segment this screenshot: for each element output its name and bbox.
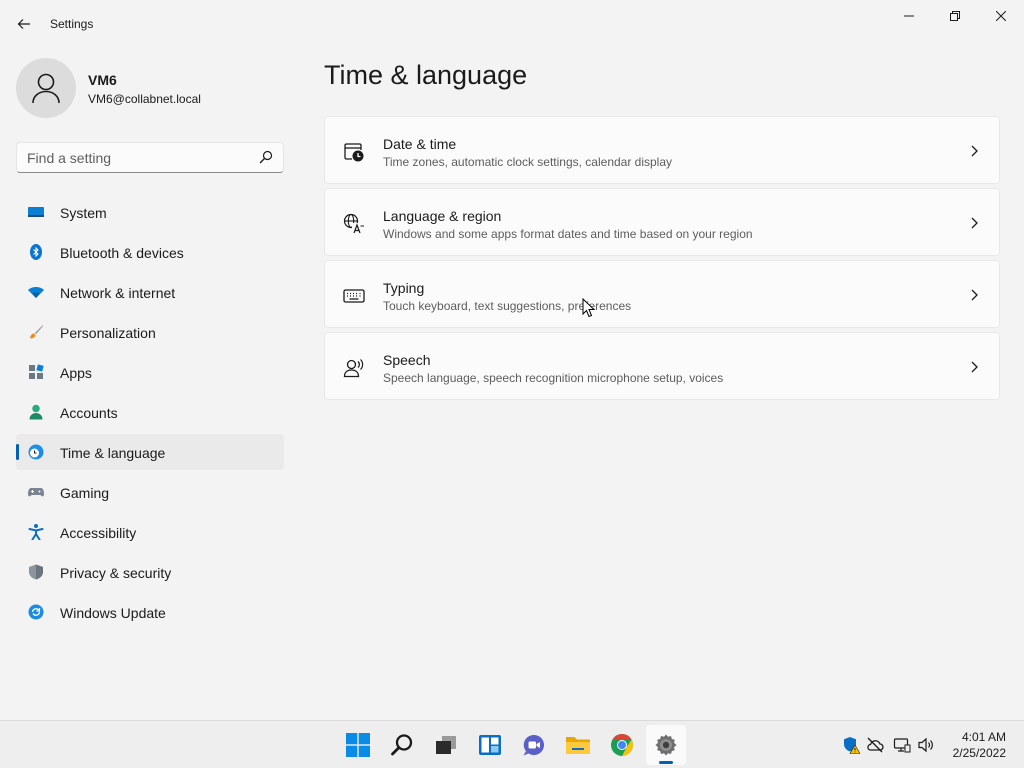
- chevron-right-icon: [971, 217, 978, 229]
- sidebar-nav: System Bluetooth & devices Network & int…: [16, 194, 284, 634]
- sidebar-item-apps[interactable]: Apps: [16, 354, 284, 390]
- taskbar-widgets-button[interactable]: [470, 725, 510, 765]
- chat-icon: [523, 734, 544, 756]
- bluetooth-icon: [30, 244, 42, 260]
- globe-clock-icon: [28, 444, 44, 460]
- search-box[interactable]: [16, 142, 284, 173]
- person-icon: [29, 404, 43, 420]
- tray-volume-button[interactable]: [916, 735, 936, 755]
- language-icon: [343, 213, 364, 234]
- settings-icon: [655, 734, 677, 756]
- card-typing[interactable]: Typing Touch keyboard, text suggestions,…: [324, 260, 1000, 328]
- card-subtitle: Time zones, automatic clock settings, ca…: [383, 155, 673, 169]
- mouse-cursor-icon: [582, 298, 596, 318]
- volume-icon: [918, 737, 933, 753]
- taskbar-settings-button[interactable]: [646, 725, 686, 765]
- network-icon: [893, 738, 911, 753]
- brush-icon: [29, 325, 43, 339]
- card-title: Speech: [383, 352, 431, 368]
- sidebar-item-system[interactable]: System: [16, 194, 284, 230]
- minimize-icon: [904, 15, 914, 17]
- clock-time: 4:01 AM: [961, 730, 1006, 744]
- sidebar-item-time-language[interactable]: Time & language: [16, 434, 284, 470]
- apps-icon: [29, 364, 44, 379]
- sidebar-item-accounts[interactable]: Accounts: [16, 394, 284, 430]
- title-bar: Settings: [0, 0, 1024, 48]
- clock-date: 2/25/2022: [952, 746, 1006, 760]
- card-language-region[interactable]: Language & region Windows and some apps …: [324, 188, 1000, 256]
- keyboard-icon: [343, 289, 365, 303]
- card-subtitle: Speech language, speech recognition micr…: [383, 371, 724, 385]
- calendar-clock-icon: [344, 143, 364, 162]
- profile-name: VM6: [88, 72, 117, 88]
- chevron-right-icon: [971, 145, 978, 157]
- taskbar-task-view-button[interactable]: [426, 725, 466, 765]
- shield-icon: [29, 564, 43, 580]
- sidebar-item-gaming[interactable]: Gaming: [16, 474, 284, 510]
- avatar: [16, 58, 76, 118]
- taskbar-start-button[interactable]: [338, 725, 378, 765]
- task-view-icon: [436, 736, 456, 754]
- card-title: Language & region: [383, 208, 502, 224]
- taskbar: 4:01 AM 2/25/2022: [0, 720, 1024, 768]
- taskbar-clock[interactable]: 4:01 AM 2/25/2022: [940, 729, 1006, 761]
- taskbar-chat-button[interactable]: [514, 725, 554, 765]
- sidebar-item-network[interactable]: Network & internet: [16, 274, 284, 310]
- file-explorer-icon: [566, 737, 590, 754]
- chevron-right-icon: [971, 289, 978, 301]
- restore-icon: [950, 11, 960, 21]
- update-icon: [28, 604, 44, 620]
- tray-defender-button[interactable]: [841, 735, 861, 755]
- card-subtitle: Windows and some apps format dates and t…: [383, 227, 753, 241]
- accessibility-icon: [28, 524, 44, 540]
- search-icon: [391, 734, 413, 756]
- sidebar-item-windows-update[interactable]: Windows Update: [16, 594, 284, 630]
- card-title: Typing: [383, 280, 425, 296]
- tray-network-button[interactable]: [892, 735, 912, 755]
- widgets-icon: [479, 735, 501, 755]
- card-speech[interactable]: Speech Speech language, speech recogniti…: [324, 332, 1000, 400]
- card-title: Date & time: [383, 136, 457, 152]
- sidebar-item-personalization[interactable]: Personalization: [16, 314, 284, 350]
- chevron-right-icon: [971, 361, 978, 373]
- sidebar-item-privacy[interactable]: Privacy & security: [16, 554, 284, 590]
- settings-cards: Date & time Time zones, automatic clock …: [324, 116, 1000, 404]
- back-button[interactable]: [10, 10, 38, 38]
- security-warning-icon: [844, 737, 860, 754]
- search-input[interactable]: [27, 149, 247, 167]
- close-icon: [996, 11, 1006, 21]
- monitor-icon: [28, 207, 44, 217]
- taskbar-file-explorer-button[interactable]: [558, 725, 598, 765]
- start-icon: [346, 733, 370, 757]
- wifi-icon: [28, 287, 44, 298]
- sidebar-item-accessibility[interactable]: Accessibility: [16, 514, 284, 550]
- speech-icon: [343, 359, 364, 378]
- back-arrow-icon: [17, 19, 30, 29]
- taskbar-search-button[interactable]: [382, 725, 422, 765]
- sidebar-item-bluetooth[interactable]: Bluetooth & devices: [16, 234, 284, 270]
- chrome-icon: [611, 734, 633, 756]
- person-icon: [32, 73, 60, 104]
- card-date-time[interactable]: Date & time Time zones, automatic clock …: [324, 116, 1000, 184]
- tray-onedrive-button[interactable]: [865, 735, 885, 755]
- maximize-button[interactable]: [932, 0, 978, 32]
- taskbar-chrome-button[interactable]: [602, 725, 642, 765]
- page-title: Time & language: [324, 60, 528, 90]
- cloud-offline-icon: [867, 737, 884, 753]
- gamepad-icon: [28, 488, 44, 497]
- minimize-button[interactable]: [886, 0, 932, 32]
- search-icon: [259, 150, 273, 164]
- user-profile[interactable]: VM6 VM6@collabnet.local: [16, 58, 286, 118]
- app-title: Settings: [50, 17, 94, 31]
- close-button[interactable]: [978, 0, 1024, 32]
- profile-email: VM6@collabnet.local: [88, 92, 201, 106]
